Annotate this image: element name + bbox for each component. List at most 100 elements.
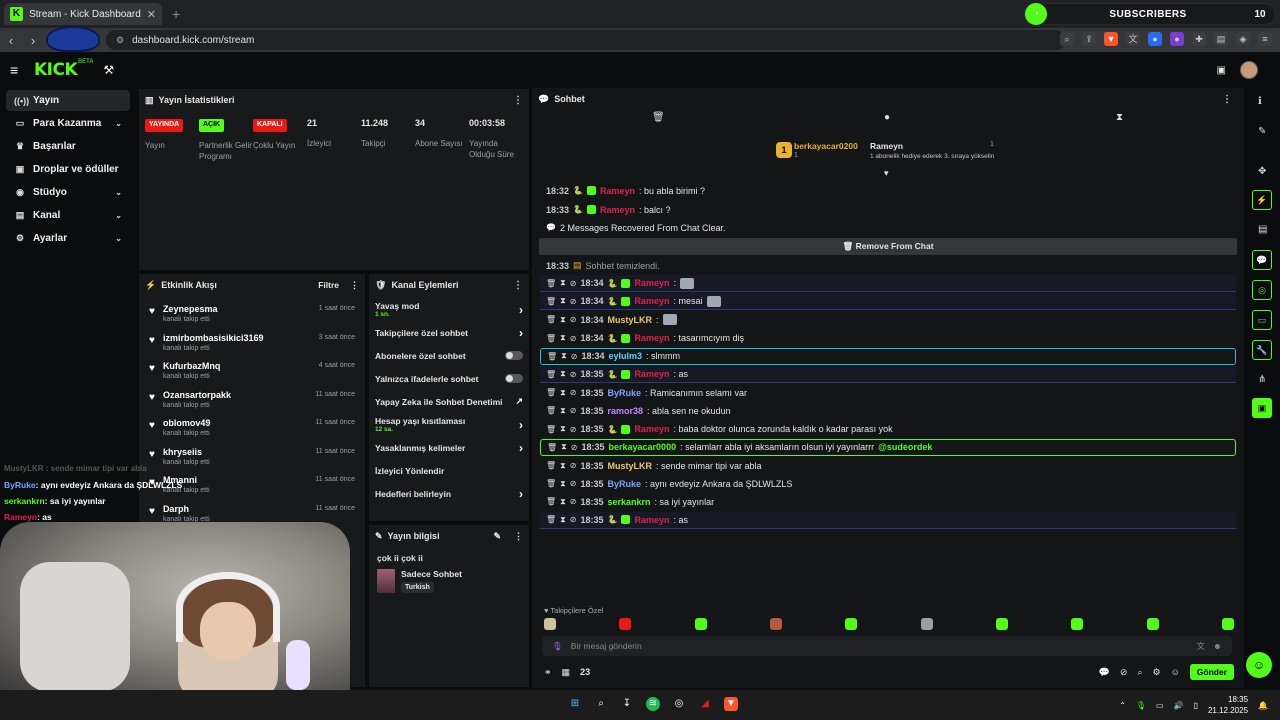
emote-icon[interactable] (619, 618, 632, 630)
timeout-icon[interactable]: ⧗ (560, 333, 566, 343)
download-icon[interactable]: ↧ (620, 697, 634, 711)
chevron-down-icon[interactable]: ⌄ (115, 211, 122, 220)
timeout-icon[interactable]: ⧗ (1116, 112, 1123, 123)
url-field[interactable]: ⚙ dashboard.kick.com/stream (106, 30, 1066, 50)
message-sender[interactable]: Rameyn (634, 369, 669, 379)
extensions-puzzle-icon[interactable]: ✚ (1192, 32, 1206, 46)
trash-icon[interactable]: 🗑 (546, 497, 556, 506)
trash-icon[interactable]: 🗑 (546, 479, 556, 488)
sidebar-toggle-icon[interactable]: ▤ (1214, 32, 1228, 46)
ban-icon[interactable]: ⊘ (570, 461, 577, 470)
drag-icon[interactable]: ✥ (1258, 166, 1266, 177)
timeout-icon[interactable]: ⧗ (560, 315, 566, 325)
trash-icon[interactable]: 🗑 (546, 315, 556, 324)
spotify-icon[interactable]: ≋ (646, 697, 660, 711)
emote-picker-icon[interactable]: ☺ (1171, 667, 1180, 677)
collapse-icon[interactable]: ▾ (884, 168, 889, 179)
message-sender[interactable]: ByRuke (608, 388, 642, 398)
chat-settings-icon[interactable]: 💬 (1099, 667, 1110, 678)
mic-icon[interactable]: 🎙 (1136, 701, 1146, 710)
browser-tab[interactable]: K Stream - Kick Dashboard ✕ (4, 3, 162, 25)
message-sender[interactable]: ramor38 (608, 406, 644, 416)
ban-icon[interactable]: ⊘ (570, 334, 577, 343)
action-row[interactable]: Takipçilere özel sohbet › (369, 321, 529, 344)
trash-icon[interactable]: 🗑 (652, 112, 665, 123)
timeout-icon[interactable]: ⧗ (560, 515, 566, 525)
broadcast-rail-icon[interactable]: ◎ (1252, 280, 1272, 300)
app-circle-icon[interactable]: ◎ (672, 697, 686, 711)
trash-icon[interactable]: 🗑 (546, 370, 556, 379)
gear-icon[interactable]: ⚙ (1152, 667, 1160, 678)
ban-icon[interactable]: ⊘ (570, 315, 577, 324)
windows-start-icon[interactable]: ⊞ (568, 697, 582, 711)
action-row[interactable]: Hedefleri belirleyin › (369, 482, 529, 505)
zoom-icon[interactable]: ⌕ (1060, 32, 1074, 46)
inbox-rail-icon[interactable]: ▭ (1252, 310, 1272, 330)
new-tab-button[interactable]: + (172, 6, 180, 22)
message-sender[interactable]: Rameyn (600, 205, 635, 215)
site-info-icon[interactable]: ⚙ (116, 35, 124, 46)
timeout-icon[interactable]: ⧗ (560, 278, 566, 288)
sidebar-item-6[interactable]: ▤ Kanal ⌄ (6, 205, 130, 226)
ban-icon[interactable]: ⊘ (570, 497, 577, 506)
extension-blue-icon[interactable]: ● (1148, 32, 1162, 46)
chevron-right-icon[interactable]: › (519, 418, 523, 432)
remove-from-chat-button[interactable]: 🗑 Remove From Chat (539, 238, 1237, 255)
emote-icon[interactable] (694, 618, 707, 630)
ban-icon[interactable]: ⊘ (571, 352, 578, 361)
stats-more-icon[interactable]: ⋮ (513, 95, 523, 106)
ban-icon[interactable]: ⊘ (570, 297, 577, 306)
timeout-icon[interactable]: ⧗ (561, 442, 567, 452)
wrench-rail-icon[interactable]: 🔧 (1252, 340, 1272, 360)
lightning-icon[interactable]: ⚡ (1252, 190, 1272, 210)
emote-icon[interactable] (1221, 618, 1234, 630)
event-name[interactable]: Ozansartorpakk (163, 390, 307, 400)
action-row[interactable]: Yasaklanmış kelimeler › (369, 436, 529, 459)
search-icon[interactable]: ⌕ (1137, 667, 1142, 678)
timeout-icon[interactable]: ⧗ (560, 424, 566, 434)
info-more-icon[interactable]: ⋮ (514, 531, 523, 542)
link-icon[interactable]: ⚭ (544, 667, 552, 678)
filter-button[interactable]: Filtre (318, 280, 339, 290)
app-rail-icon[interactable]: ▣ (1252, 398, 1272, 418)
emote-icon[interactable] (769, 618, 782, 630)
message-sender[interactable]: Rameyn (634, 515, 669, 525)
chevron-right-icon[interactable]: › (519, 326, 523, 340)
action-row[interactable]: Yalnızca ifadelerle sohbet (369, 367, 529, 390)
send-button[interactable]: Gönder (1189, 664, 1234, 680)
brave-shield-icon[interactable]: ▼ (1104, 32, 1118, 46)
chat-mode-icon[interactable]: ● (884, 112, 890, 123)
timeout-icon[interactable]: ⧗ (560, 388, 566, 398)
help-chat-icon[interactable]: ☺ (1246, 652, 1272, 678)
volume-icon[interactable]: 🔊 (1174, 701, 1184, 710)
sidebar-item-1[interactable]: ((•)) Yayın (6, 90, 130, 111)
sidebar-item-3[interactable]: ♛ Başarılar (6, 136, 130, 157)
ban-icon[interactable]: ⊘ (570, 406, 577, 415)
share-icon[interactable]: ⇪ (1082, 32, 1096, 46)
ban-icon[interactable]: ⊘ (570, 370, 577, 379)
forward-icon[interactable]: › (22, 33, 44, 48)
ban-icon[interactable]: ⊘ (570, 279, 577, 288)
timeout-icon[interactable]: ⧗ (560, 497, 566, 507)
stream-preview-icon[interactable]: ▣ (1217, 65, 1226, 76)
trash-icon[interactable]: 🗑 (546, 461, 556, 470)
trash-icon[interactable]: 🗑 (546, 297, 556, 306)
trash-icon[interactable]: 🗑 (546, 279, 556, 288)
clock[interactable]: 18:35 21.12.2025 (1208, 694, 1248, 716)
message-sender[interactable]: MustyLKR (608, 461, 653, 471)
ban-icon[interactable]: ⊘ (570, 425, 577, 434)
emote-icon[interactable] (1146, 618, 1159, 630)
extension-purple-icon[interactable]: ● (1170, 32, 1184, 46)
timeout-icon[interactable]: ⧗ (560, 479, 566, 489)
trash-icon[interactable]: 🗑 (546, 425, 556, 434)
emoji-icon[interactable]: ☻ (1213, 641, 1222, 651)
message-sender[interactable]: serkankrn (608, 497, 651, 507)
back-icon[interactable]: ‹ (0, 33, 22, 48)
action-row[interactable]: Abonelere özel sohbet (369, 344, 529, 367)
trash-icon[interactable]: 🗑 (546, 388, 556, 397)
chat-input[interactable]: 🎙 Bir mesaj gönderin 文 ☻ (542, 636, 1232, 656)
event-name[interactable]: oblomov49 (163, 418, 307, 428)
trash-icon[interactable]: 🗑 (547, 352, 557, 361)
message-mention[interactable]: @sudeordek (878, 442, 932, 452)
trash-icon[interactable]: 🗑 (546, 406, 556, 415)
